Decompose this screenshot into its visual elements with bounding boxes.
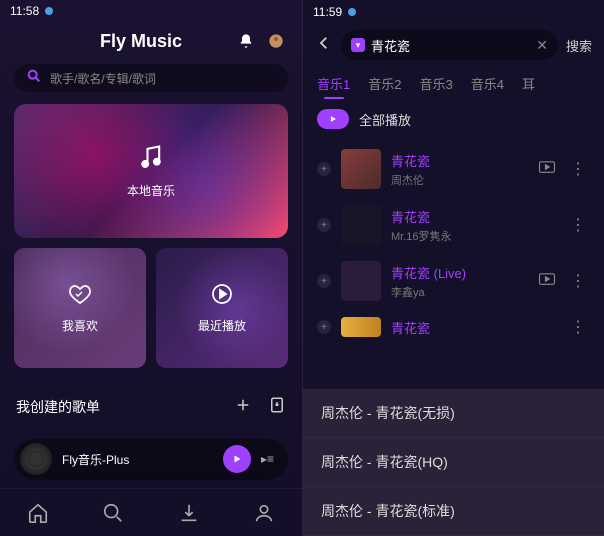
tab-download[interactable] — [151, 489, 227, 536]
song-more-icon[interactable]: ⋮ — [566, 215, 590, 235]
tab-source-5[interactable]: 耳 — [522, 74, 535, 93]
mv-icon[interactable] — [538, 272, 556, 291]
status-time: 11:58 — [10, 4, 39, 18]
tab-source-3[interactable]: 音乐3 — [419, 74, 452, 93]
favorites-label: 我喜欢 — [62, 317, 98, 334]
tab-source-4[interactable]: 音乐4 — [471, 74, 504, 93]
play-all-row[interactable]: 全部播放 — [303, 101, 604, 141]
search-results-screen: 11:59 ▾ 青花瓷 ✕ 搜索 音乐1 音乐2 音乐3 音乐4 耳 全部播放 … — [302, 0, 604, 536]
now-playing-title: Fly音乐-Plus — [62, 451, 223, 468]
search-query: 青花瓷 — [371, 36, 536, 55]
notification-icon[interactable] — [236, 31, 256, 51]
add-song-icon[interactable]: + — [317, 320, 331, 334]
search-input-box[interactable]: ▾ 青花瓷 ✕ — [341, 30, 558, 60]
playlist-queue-button[interactable]: ▸≡ — [255, 452, 280, 466]
song-title: 青花瓷 — [391, 207, 556, 226]
song-artist: 周杰伦 — [391, 172, 528, 188]
suggestion-item[interactable]: 周杰伦 - 青花瓷(HQ) — [303, 438, 604, 487]
song-item[interactable]: + 青花瓷 ⋮ — [303, 309, 604, 345]
playlist-section-header: 我创建的歌单 — [0, 378, 302, 429]
search-bar[interactable]: 歌手/歌名/专辑/歌词 — [14, 64, 288, 93]
add-song-icon[interactable]: + — [317, 162, 331, 176]
song-artwork — [341, 317, 381, 337]
status-time: 11:59 — [313, 5, 342, 19]
search-placeholder: 歌手/歌名/专辑/歌词 — [50, 70, 156, 87]
song-artist: Mr.16罗隽永 — [391, 228, 556, 244]
avatar-icon[interactable] — [266, 31, 286, 51]
status-indicator-icon — [348, 8, 356, 16]
tab-source-2[interactable]: 音乐2 — [368, 74, 401, 93]
song-info: 青花瓷 周杰伦 — [391, 151, 528, 188]
song-more-icon[interactable]: ⋮ — [566, 271, 590, 291]
playlist-section-title: 我创建的歌单 — [16, 397, 218, 417]
song-title: 青花瓷 (Live) — [391, 263, 528, 282]
app-title: Fly Music — [56, 31, 226, 52]
now-playing-art — [20, 443, 52, 475]
play-circle-icon — [210, 282, 234, 311]
song-more-icon[interactable]: ⋮ — [566, 159, 590, 179]
recent-card[interactable]: 最近播放 — [156, 248, 288, 368]
song-artwork — [341, 205, 381, 245]
song-info: 青花瓷 Mr.16罗隽永 — [391, 207, 556, 244]
card-row: 我喜欢 最近播放 — [14, 248, 288, 368]
tab-source-1[interactable]: 音乐1 — [317, 74, 350, 93]
song-more-icon[interactable]: ⋮ — [566, 317, 590, 337]
search-tag-icon: ▾ — [351, 38, 365, 52]
search-button[interactable]: 搜索 — [566, 36, 592, 55]
app-header: Fly Music — [0, 23, 302, 64]
play-button[interactable] — [223, 445, 251, 473]
back-button[interactable] — [315, 34, 333, 57]
play-all-icon — [317, 109, 349, 129]
status-bar: 11:59 — [303, 0, 604, 24]
play-all-label: 全部播放 — [359, 110, 411, 129]
song-list: + 青花瓷 周杰伦 ⋮ + 青花瓷 Mr.16罗隽永 ⋮ + 青花瓷 (Live… — [303, 141, 604, 389]
song-artwork — [341, 261, 381, 301]
song-info: 青花瓷 (Live) 李鑫ya — [391, 263, 528, 300]
add-playlist-button[interactable] — [234, 396, 252, 419]
status-bar: 11:58 — [0, 0, 302, 23]
song-artist: 李鑫ya — [391, 284, 528, 300]
local-music-card[interactable]: 本地音乐 — [14, 104, 288, 237]
home-screen: 11:58 Fly Music 歌手/歌名/专辑/歌词 本地音乐 我喜欢 — [0, 0, 302, 536]
add-song-icon[interactable]: + — [317, 274, 331, 288]
import-playlist-button[interactable] — [268, 396, 286, 419]
local-music-label: 本地音乐 — [127, 182, 175, 199]
song-artwork — [341, 149, 381, 189]
suggestion-list: 周杰伦 - 青花瓷(无损)周杰伦 - 青花瓷(HQ)周杰伦 - 青花瓷(标准) — [303, 389, 604, 536]
song-item[interactable]: + 青花瓷 周杰伦 ⋮ — [303, 141, 604, 197]
tab-search[interactable] — [76, 489, 152, 536]
tab-home[interactable] — [0, 489, 76, 536]
clear-search-icon[interactable]: ✕ — [536, 37, 548, 54]
mv-icon[interactable] — [538, 160, 556, 179]
suggestion-item[interactable]: 周杰伦 - 青花瓷(标准) — [303, 487, 604, 536]
song-item[interactable]: + 青花瓷 Mr.16罗隽永 ⋮ — [303, 197, 604, 253]
source-tabs: 音乐1 音乐2 音乐3 音乐4 耳 — [303, 70, 604, 101]
status-indicator-icon — [45, 7, 53, 15]
recent-label: 最近播放 — [198, 317, 246, 334]
now-playing-bar[interactable]: Fly音乐-Plus ▸≡ — [14, 439, 288, 481]
bottom-tab-bar — [0, 488, 302, 536]
add-song-icon[interactable]: + — [317, 218, 331, 232]
favorites-card[interactable]: 我喜欢 — [14, 248, 146, 368]
song-info: 青花瓷 — [391, 318, 556, 337]
tab-profile[interactable] — [227, 489, 303, 536]
song-title: 青花瓷 — [391, 151, 528, 170]
search-header: ▾ 青花瓷 ✕ 搜索 — [303, 24, 604, 70]
suggestion-item[interactable]: 周杰伦 - 青花瓷(无损) — [303, 389, 604, 438]
music-note-icon — [137, 143, 165, 176]
search-icon — [26, 68, 42, 89]
song-title: 青花瓷 — [391, 318, 556, 337]
song-item[interactable]: + 青花瓷 (Live) 李鑫ya ⋮ — [303, 253, 604, 309]
heart-icon — [68, 282, 92, 311]
